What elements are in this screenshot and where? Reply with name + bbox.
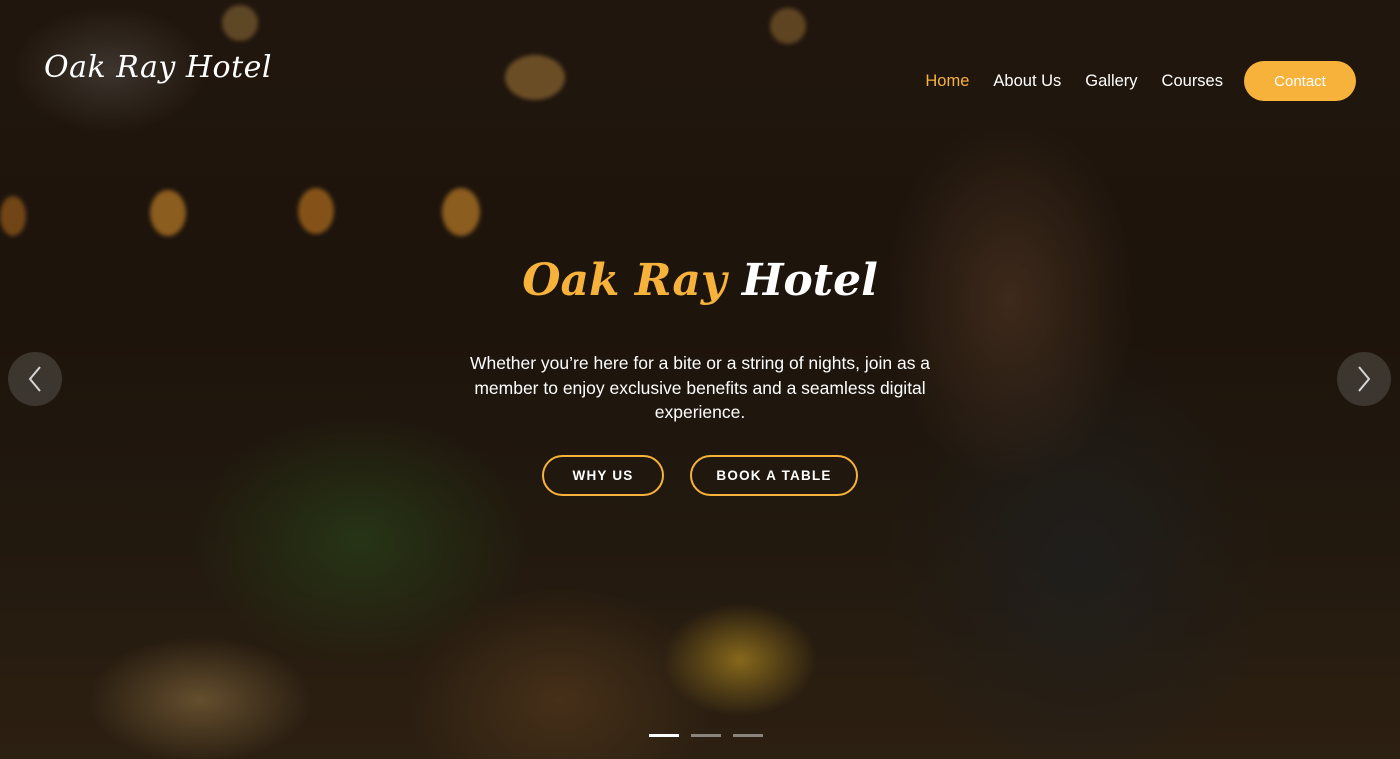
why-us-button[interactable]: WHY US xyxy=(542,455,664,496)
hero-description: Whether you’re here for a bite or a stri… xyxy=(469,353,931,422)
contact-button[interactable]: Contact xyxy=(1244,61,1356,101)
carousel-indicator-2[interactable] xyxy=(691,734,721,737)
chevron-right-icon xyxy=(1358,366,1371,392)
carousel-indicators xyxy=(649,734,775,737)
chevron-left-icon xyxy=(28,366,41,392)
carousel-indicator-3[interactable] xyxy=(733,734,763,737)
carousel-prev-button[interactable] xyxy=(8,352,62,406)
hero-slider: Oak Ray Hotel Home About Us Gallery Cour… xyxy=(0,0,1400,759)
nav-courses[interactable]: Courses xyxy=(1162,72,1223,91)
carousel-indicator-1[interactable] xyxy=(649,734,679,737)
site-logo[interactable]: Oak Ray Hotel xyxy=(44,50,272,85)
nav-gallery[interactable]: Gallery xyxy=(1085,72,1137,91)
hero-title-part1: Oak Ray xyxy=(522,255,727,306)
hero-title: Oak Ray Hotel xyxy=(0,255,1400,306)
nav-about-us[interactable]: About Us xyxy=(993,72,1061,91)
main-nav: Home About Us Gallery Courses Contact xyxy=(901,61,1356,101)
hero-title-part2: Hotel xyxy=(741,255,878,306)
book-table-button[interactable]: BOOK A TABLE xyxy=(690,455,858,496)
nav-home[interactable]: Home xyxy=(925,72,969,91)
carousel-next-button[interactable] xyxy=(1337,352,1391,406)
